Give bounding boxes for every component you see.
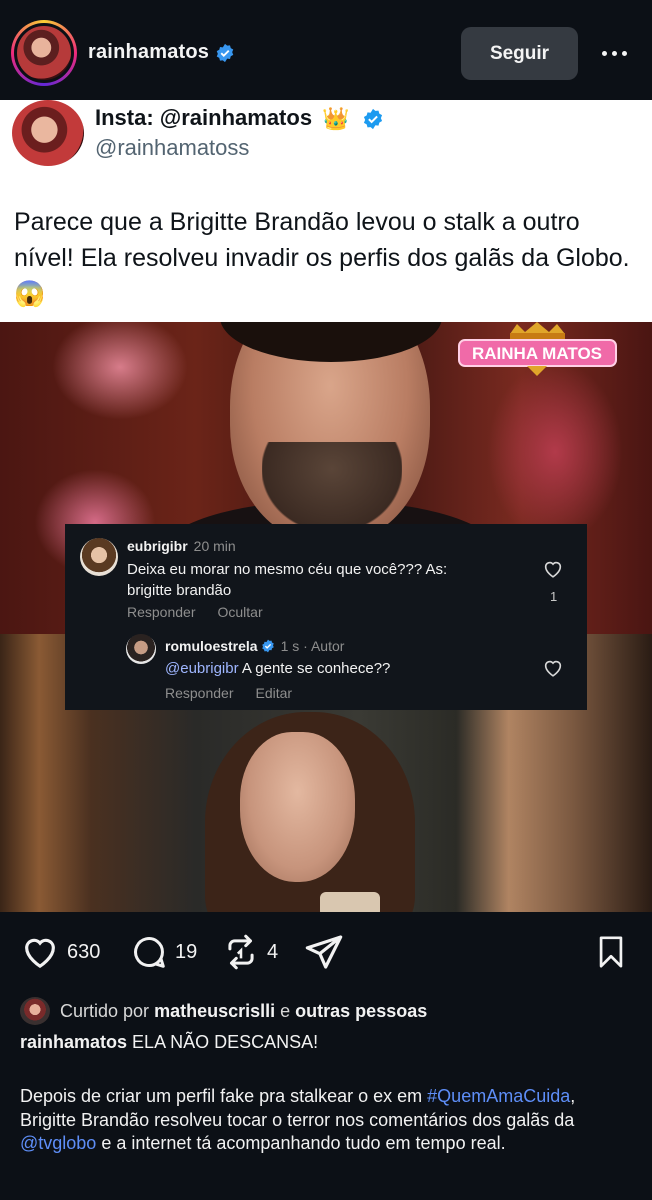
post-header: rainhamatos Seguir — [0, 0, 652, 100]
tweet-card: Insta: @rainhamatos 👑 @rainhamatoss Pare… — [0, 100, 652, 322]
reply-time: 1 s · Autor — [280, 638, 345, 654]
post-action-bar: 630 19 4 — [0, 912, 652, 998]
reply-text: @eubrigibr A gente se conhece?? — [165, 660, 391, 677]
reply-avatar — [126, 634, 156, 664]
like-button[interactable]: 630 — [20, 932, 100, 972]
liked-avatars — [18, 995, 52, 1027]
like-count: 630 — [67, 940, 101, 963]
reply-actions: Responder Editar — [165, 685, 314, 701]
comment-avatar — [80, 538, 118, 576]
rainha-matos-logo: RAINHA MATOS — [458, 322, 617, 376]
comment-count: 19 — [175, 940, 198, 963]
photo-beard — [262, 442, 402, 532]
tweet-display-name: Insta: @rainhamatos 👑 — [95, 105, 384, 132]
reply-link[interactable]: Responder — [127, 604, 196, 620]
comment-screenshot: eubrigibr 20 min Deixa eu morar no mesmo … — [65, 524, 587, 710]
caption-body: Depois de criar um perfil fake pra stalk… — [20, 1086, 576, 1153]
comment-actions: Responder Ocultar — [127, 604, 285, 620]
edit-link[interactable]: Editar — [256, 685, 293, 701]
verified-icon — [363, 109, 382, 130]
hashtag-link[interactable]: #QuemAmaCuida — [427, 1086, 570, 1106]
comment-text: Deixa eu morar no mesmo céu que você??? … — [127, 561, 448, 599]
profile-avatar[interactable] — [11, 20, 77, 86]
more-icon[interactable] — [596, 38, 632, 68]
share-icon[interactable] — [303, 932, 345, 972]
heart-icon[interactable] — [20, 932, 60, 972]
verified-icon — [261, 639, 274, 653]
comment-time: 20 min — [193, 538, 236, 554]
caption-author[interactable]: rainhamatos — [20, 1032, 127, 1052]
repost-icon[interactable] — [222, 932, 260, 972]
repost-count: 4 — [267, 940, 279, 963]
liked-user[interactable]: matheuscrislli — [154, 1001, 275, 1022]
username[interactable]: rainhamatos — [88, 41, 235, 64]
reply-username: romuloestrela 1 s · Autor — [165, 638, 345, 654]
tweet-text: Parece que a Brigitte Brandão levou o st… — [14, 208, 630, 308]
comment-heart-icon[interactable] — [542, 558, 564, 580]
liked-middle: e — [280, 1000, 291, 1021]
photo-face-2 — [240, 732, 355, 882]
svg-text:RAINHA MATOS: RAINHA MATOS — [472, 344, 602, 363]
hide-link[interactable]: Ocultar — [218, 604, 263, 620]
username-text[interactable]: rainhamatos — [88, 41, 209, 63]
verified-icon — [216, 43, 234, 62]
caption-headline-text: ELA NÃO DESCANSA! — [127, 1032, 319, 1052]
bookmark-icon[interactable] — [594, 932, 628, 972]
liked-by[interactable]: Curtido por matheuscrislli e outras pess… — [18, 994, 638, 1028]
reply-mention[interactable]: @eubrigibr — [165, 660, 239, 677]
caption-headline: rainhamatos ELA NÃO DESCANSA! — [20, 1032, 318, 1053]
comment-icon[interactable] — [130, 932, 168, 972]
share-button[interactable] — [303, 932, 345, 972]
comment-username: eubrigibr 20 min — [127, 538, 236, 554]
liked-prefix: Curtido por — [60, 1000, 150, 1021]
reply-heart-icon[interactable] — [542, 657, 564, 679]
liked-others[interactable]: outras pessoas — [295, 1001, 427, 1022]
comment-like-count: 1 — [550, 589, 558, 604]
crown-emoji: 👑 — [322, 106, 350, 132]
tweet-display-name-text: Insta: @rainhamatos — [95, 105, 313, 130]
comment-button[interactable]: 19 — [130, 932, 197, 972]
follow-button[interactable]: Seguir — [461, 27, 578, 80]
mention-link[interactable]: @tvglobo — [20, 1133, 96, 1153]
repost-button[interactable]: 4 — [222, 932, 278, 972]
tweet-avatar — [12, 100, 84, 166]
photo-phone — [320, 892, 380, 912]
reply-link[interactable]: Responder — [165, 685, 234, 701]
tweet-handle: @rainhamatoss — [95, 135, 250, 160]
save-button[interactable] — [594, 932, 628, 972]
